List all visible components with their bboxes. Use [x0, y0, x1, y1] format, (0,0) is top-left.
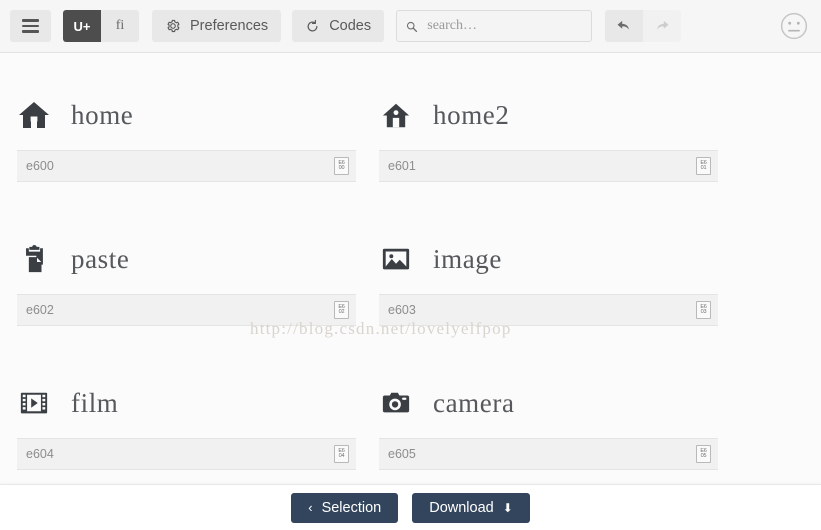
glyph-code-chip-bottom: 05	[700, 453, 707, 459]
glyph-code-chip: E6 03	[696, 301, 711, 319]
mode-toggle-ligature-label: fi	[115, 18, 125, 33]
icon-cell-head: camera	[373, 377, 724, 429]
glyph-code-chip: E6 05	[696, 445, 711, 463]
hamburger-icon	[22, 19, 39, 33]
redo-arrow-icon	[657, 20, 669, 30]
icon-name: image	[433, 243, 502, 274]
undo-button[interactable]	[605, 10, 644, 42]
icon-cell[interactable]: image E6 03	[373, 219, 724, 363]
search-box[interactable]	[396, 10, 593, 42]
icon-grid: home E6 00	[0, 75, 821, 507]
icon-cell-head: paste	[11, 233, 362, 285]
neutral-face-icon	[780, 12, 808, 40]
codes-button[interactable]: Codes	[292, 10, 385, 42]
glyph-code-chip: E6 01	[696, 157, 711, 175]
menu-button[interactable]	[10, 10, 51, 42]
toolbar: U+ fi Preferences Codes	[0, 0, 821, 53]
history-button-group	[605, 10, 682, 42]
codes-label: Codes	[329, 18, 372, 34]
download-arrow-icon: ⬇	[502, 500, 513, 515]
icon-code-input[interactable]	[26, 303, 334, 317]
icon-code-row[interactable]: E6 04	[17, 438, 356, 470]
icon-code-row[interactable]: E6 05	[379, 438, 718, 470]
home2-icon[interactable]	[379, 98, 413, 132]
search-icon	[407, 21, 418, 32]
glyph-code-chip-bottom: 03	[700, 309, 707, 315]
icon-name: home2	[433, 99, 510, 130]
preferences-button[interactable]: Preferences	[152, 10, 282, 42]
icon-name: paste	[71, 243, 130, 274]
icon-cell-head: home	[11, 89, 362, 141]
home-icon[interactable]	[17, 98, 51, 132]
preferences-label: Preferences	[190, 18, 269, 34]
icomoon-app: U+ fi Preferences Codes search… home e60…	[0, 0, 821, 530]
icon-cell[interactable]: paste E6 02	[11, 219, 362, 363]
icon-cell-head: film	[11, 377, 362, 429]
icon-name: camera	[433, 387, 515, 418]
download-label: Download	[429, 499, 494, 516]
download-button[interactable]: Download ⬇	[412, 492, 530, 523]
glyph-code-chip-bottom: 04	[338, 453, 345, 459]
refresh-icon	[307, 19, 318, 31]
mode-toggle: U+ fi	[63, 10, 139, 42]
icon-code-row[interactable]: E6 02	[17, 294, 356, 326]
gear-icon	[167, 19, 180, 33]
glyph-code-chip-bottom: 01	[700, 165, 707, 171]
paste-icon[interactable]	[17, 242, 51, 276]
icon-code-input[interactable]	[388, 303, 696, 317]
icon-cell-head: home2	[373, 89, 724, 141]
glyph-code-chip: E6 00	[334, 157, 349, 175]
mode-toggle-ligature[interactable]: fi	[101, 10, 139, 42]
icon-cell[interactable]: home2 E6 01	[373, 75, 724, 219]
icon-code-input[interactable]	[26, 159, 334, 173]
icon-code-row[interactable]: E6 00	[17, 150, 356, 182]
icon-code-input[interactable]	[388, 447, 696, 461]
icon-name: film	[71, 387, 119, 418]
icon-grid-area: home E6 00	[0, 53, 821, 530]
icon-cell[interactable]: home E6 00	[11, 75, 362, 219]
face-button[interactable]	[777, 9, 811, 43]
footer-bar: ‹ Selection Download ⬇	[0, 484, 821, 530]
undo-arrow-icon	[617, 20, 629, 30]
icon-code-input[interactable]	[26, 447, 334, 461]
icon-code-input[interactable]	[388, 159, 696, 173]
search-input[interactable]	[427, 18, 584, 34]
glyph-code-chip: E6 04	[334, 445, 349, 463]
redo-button[interactable]	[643, 10, 682, 42]
mode-toggle-unicode[interactable]: U+	[63, 10, 101, 42]
icon-cell-head: image	[373, 233, 724, 285]
selection-button[interactable]: ‹ Selection	[291, 492, 399, 523]
icon-code-row[interactable]: E6 03	[379, 294, 718, 326]
image-icon[interactable]	[379, 242, 413, 276]
mode-toggle-unicode-label: U+	[73, 18, 91, 34]
glyph-code-chip: E6 02	[334, 301, 349, 319]
glyph-code-chip-bottom: 00	[338, 165, 345, 171]
chevron-left-icon: ‹	[308, 500, 313, 515]
film-icon[interactable]	[17, 386, 51, 420]
selection-label: Selection	[321, 499, 382, 516]
icon-name: home	[71, 99, 134, 130]
camera-icon[interactable]	[379, 386, 413, 420]
icon-code-row[interactable]: E6 01	[379, 150, 718, 182]
glyph-code-chip-bottom: 02	[338, 309, 345, 315]
